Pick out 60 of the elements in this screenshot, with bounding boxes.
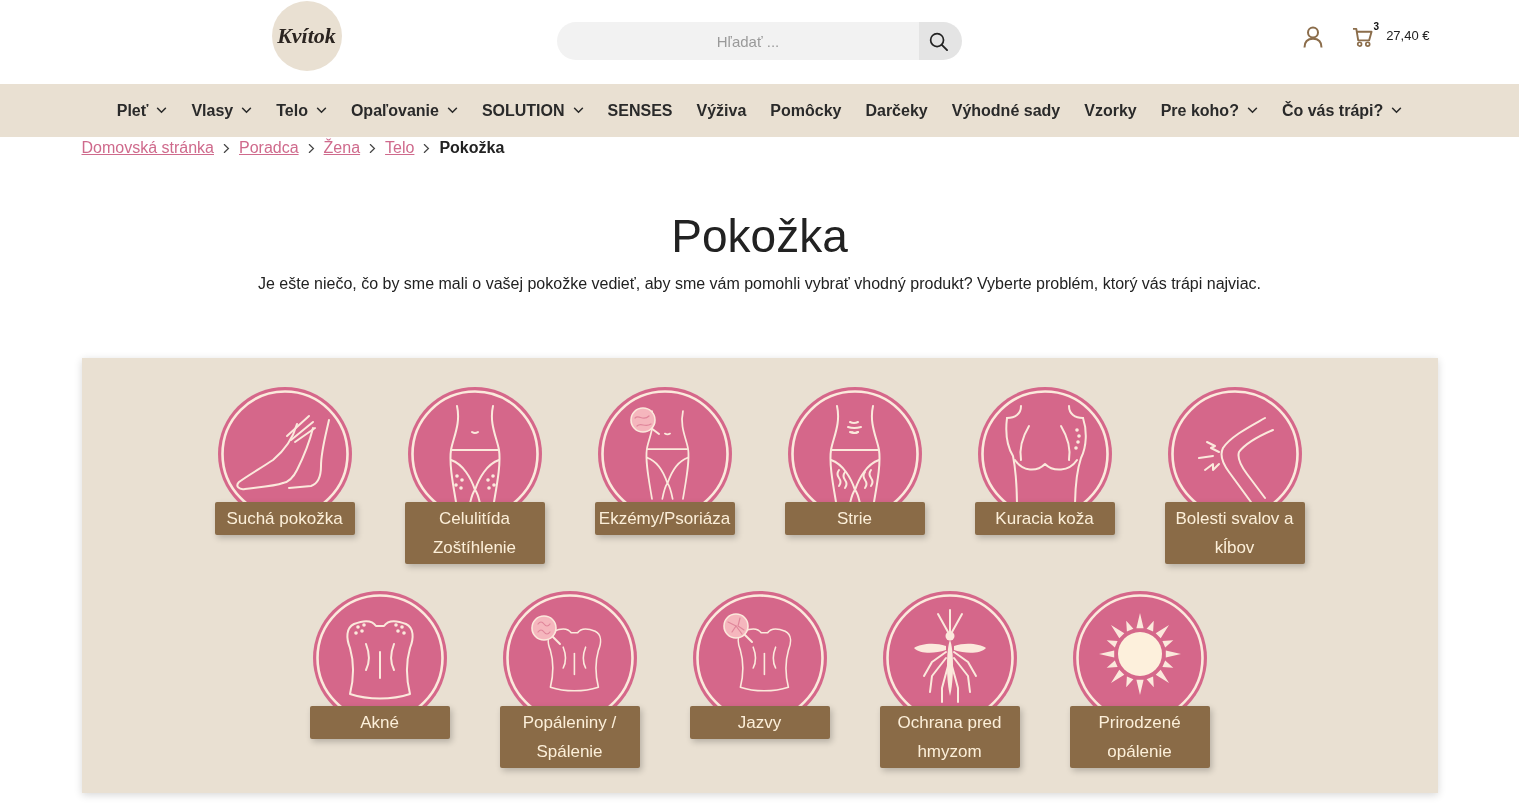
problem-link[interactable]: Kuracia koža <box>974 502 1115 535</box>
waist-magnifier-icon[interactable] <box>596 386 733 502</box>
feet-icon[interactable] <box>216 386 353 502</box>
chevron-down-icon <box>572 107 584 114</box>
chevron-right-icon <box>307 142 315 154</box>
knee-icon[interactable] <box>1166 386 1303 502</box>
chevron-down-icon <box>1391 107 1403 114</box>
problem-link[interactable]: Strie <box>784 502 925 535</box>
cart-icon[interactable] <box>1352 27 1374 47</box>
menu-item[interactable]: SENSES <box>607 101 673 120</box>
menu-item[interactable]: Pomôcky <box>770 101 842 120</box>
problem-link[interactable]: Bolesti svalov a kĺbov <box>1164 502 1305 564</box>
page-title: Pokožka <box>670 209 849 264</box>
logo[interactable]: Kvítok <box>271 1 342 71</box>
breadcrumb-link[interactable]: Žena <box>323 139 361 157</box>
chevron-right-icon <box>223 142 230 154</box>
torso-icon[interactable] <box>976 386 1113 502</box>
menu-item[interactable]: Vlasy <box>191 101 253 120</box>
chevron-down-icon <box>241 107 253 114</box>
chevron-down-icon <box>446 107 458 114</box>
menu-item[interactable]: Opaľovanie <box>350 101 458 120</box>
menu-item[interactable]: Vzorky <box>1084 101 1137 120</box>
problem-link[interactable]: Suchá pokožka <box>214 502 355 535</box>
menu-item[interactable]: Telo <box>276 101 327 120</box>
breadcrumb-link[interactable]: Poradca <box>239 139 299 157</box>
breadcrumb-link[interactable]: Domovská stránka <box>81 139 214 157</box>
menu-item[interactable]: Výhodné sady <box>951 101 1061 120</box>
problem-link[interactable]: Ekzémy/Psoriáza <box>594 502 735 535</box>
chevron-down-icon <box>156 107 168 114</box>
back-icon[interactable] <box>311 590 448 706</box>
problem-link[interactable]: Akné <box>309 706 450 739</box>
back-magnifier-icon[interactable] <box>691 590 828 706</box>
page-intro: Je ešte niečo, čo by sme mali o vašej pokožke vedieť, aby sme vám pomohli vybrať vhodný produkt? Vyberte problém, ktorý vás trápi najviac. <box>257 274 1262 294</box>
problem-link[interactable]: Ochrana pred hmyzom <box>879 706 1020 768</box>
problem-link[interactable]: Celulitída Zoštíhlenie <box>404 502 545 564</box>
problem-link[interactable]: Popáleniny / Spálenie <box>499 706 640 768</box>
problem-link[interactable]: Jazvy <box>689 706 830 739</box>
waist-icon[interactable] <box>406 386 543 502</box>
problem-link[interactable]: Prirodzené opálenie <box>1069 706 1210 768</box>
back-magnifier-icon[interactable] <box>501 590 638 706</box>
search-field[interactable]: Hľadať ... <box>557 22 919 60</box>
menu-item[interactable]: Darčeky <box>865 101 928 120</box>
user-icon[interactable] <box>1303 26 1324 48</box>
cart-count: 3 <box>1373 21 1380 32</box>
menu-item[interactable]: SOLUTION <box>481 101 584 120</box>
search-icon <box>929 31 948 51</box>
menu-item[interactable]: Výživa <box>696 101 747 120</box>
menu-item[interactable]: Pre koho? <box>1160 101 1258 120</box>
menu-item[interactable]: Čo vás trápi? <box>1281 101 1403 120</box>
waist-wavy-lines-icon[interactable] <box>786 386 923 502</box>
menu-item[interactable]: Pleť <box>116 101 168 120</box>
mosquito-icon[interactable] <box>881 590 1018 706</box>
breadcrumb-current: Pokožka <box>439 139 505 157</box>
breadcrumb-link[interactable]: Telo <box>385 139 415 157</box>
cart-total[interactable]: 27,40 € <box>1386 27 1430 43</box>
chevron-down-icon <box>1246 107 1258 114</box>
chevron-right-icon <box>369 142 377 154</box>
chevron-down-icon <box>315 107 327 114</box>
chevron-right-icon <box>423 142 431 154</box>
search-button[interactable] <box>919 22 962 60</box>
